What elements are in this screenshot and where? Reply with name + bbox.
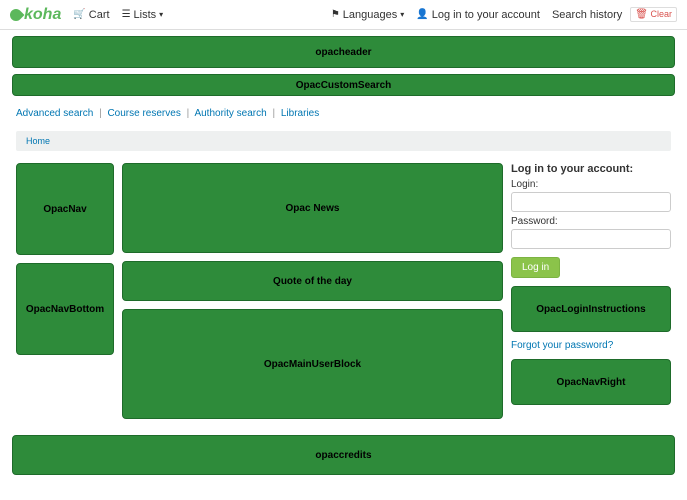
middle-column: Opac News Quote of the day OpacMainUserB… [122, 163, 503, 419]
login-title: Log in to your account: [511, 163, 671, 175]
opacheader-block: opacheader [12, 36, 675, 68]
user-icon: 👤 [416, 9, 428, 20]
cart-link[interactable]: 🛒 Cart [73, 9, 109, 21]
right-column: Log in to your account: Login: Password:… [511, 163, 671, 419]
search-history-link[interactable]: Search history [552, 9, 622, 21]
brand-text: koha [24, 6, 61, 24]
password-input[interactable] [511, 229, 671, 249]
history-label: Search history [552, 9, 622, 21]
password-field-label: Password: [511, 216, 671, 227]
leaf-icon [8, 6, 25, 23]
advanced-search-link[interactable]: Advanced search [16, 108, 93, 119]
opac-news-block: Opac News [122, 163, 503, 253]
quote-label: Quote of the day [273, 276, 352, 287]
login-button[interactable]: Log in [511, 257, 560, 278]
navright-label: OpacNavRight [557, 377, 626, 388]
login-form: Log in to your account: Login: Password:… [511, 163, 671, 286]
opacnavbottom-block: OpacNavBottom [16, 263, 114, 355]
credits-label: opaccredits [315, 450, 371, 461]
authority-search-link[interactable]: Authority search [194, 108, 266, 119]
opac-main-user-block: OpacMainUserBlock [122, 309, 503, 419]
trash-icon: 🗑 [635, 9, 648, 20]
list-icon: ☰ [122, 9, 131, 20]
separator: | [187, 108, 190, 119]
lists-label: Lists [134, 9, 157, 21]
breadcrumb-home[interactable]: Home [26, 136, 50, 146]
mainuser-label: OpacMainUserBlock [264, 359, 361, 370]
opacnav-block: OpacNav [16, 163, 114, 255]
clear-label: Clear [650, 9, 672, 19]
breadcrumb: Home [16, 131, 671, 151]
opacnav-label: OpacNav [43, 204, 86, 215]
libraries-link[interactable]: Libraries [281, 108, 319, 119]
quote-of-day-block: Quote of the day [122, 261, 503, 301]
login-label: Log in to your account [432, 9, 540, 21]
lists-dropdown[interactable]: ☰ Lists ▾ [122, 9, 164, 21]
opac-custom-search-block: OpacCustomSearch [12, 74, 675, 96]
opac-news-label: Opac News [286, 203, 340, 214]
opacnavright-block: OpacNavRight [511, 359, 671, 405]
left-column: OpacNav OpacNavBottom [16, 163, 114, 419]
login-field-label: Login: [511, 179, 671, 190]
opaccredits-block: opaccredits [12, 435, 675, 475]
opacheader-label: opacheader [315, 47, 371, 58]
course-reserves-link[interactable]: Course reserves [107, 108, 180, 119]
clear-button[interactable]: 🗑 Clear [630, 7, 677, 22]
cart-icon: 🛒 [73, 9, 85, 20]
logininstr-label: OpacLoginInstructions [536, 304, 645, 315]
login-link[interactable]: 👤 Log in to your account [416, 9, 540, 21]
separator: | [272, 108, 275, 119]
opac-login-instructions-block: OpacLoginInstructions [511, 286, 671, 332]
separator: | [99, 108, 102, 119]
languages-label: Languages [343, 9, 397, 21]
login-input[interactable] [511, 192, 671, 212]
main-content: OpacNav OpacNavBottom Opac News Quote of… [0, 157, 687, 425]
opacnavbottom-label: OpacNavBottom [26, 304, 104, 315]
search-links-bar: Advanced search | Course reserves | Auth… [0, 102, 687, 125]
customsearch-label: OpacCustomSearch [296, 80, 392, 91]
caret-down-icon: ▾ [159, 10, 163, 19]
brand-logo[interactable]: koha [10, 6, 61, 24]
caret-down-icon: ▾ [400, 10, 404, 19]
flag-icon: ⚑ [331, 9, 340, 20]
languages-dropdown[interactable]: ⚑ Languages ▾ [331, 9, 404, 21]
cart-label: Cart [89, 9, 110, 21]
forgot-password-link[interactable]: Forgot your password? [511, 340, 671, 351]
top-navbar: koha 🛒 Cart ☰ Lists ▾ ⚑ Languages ▾ 👤 Lo… [0, 0, 687, 30]
